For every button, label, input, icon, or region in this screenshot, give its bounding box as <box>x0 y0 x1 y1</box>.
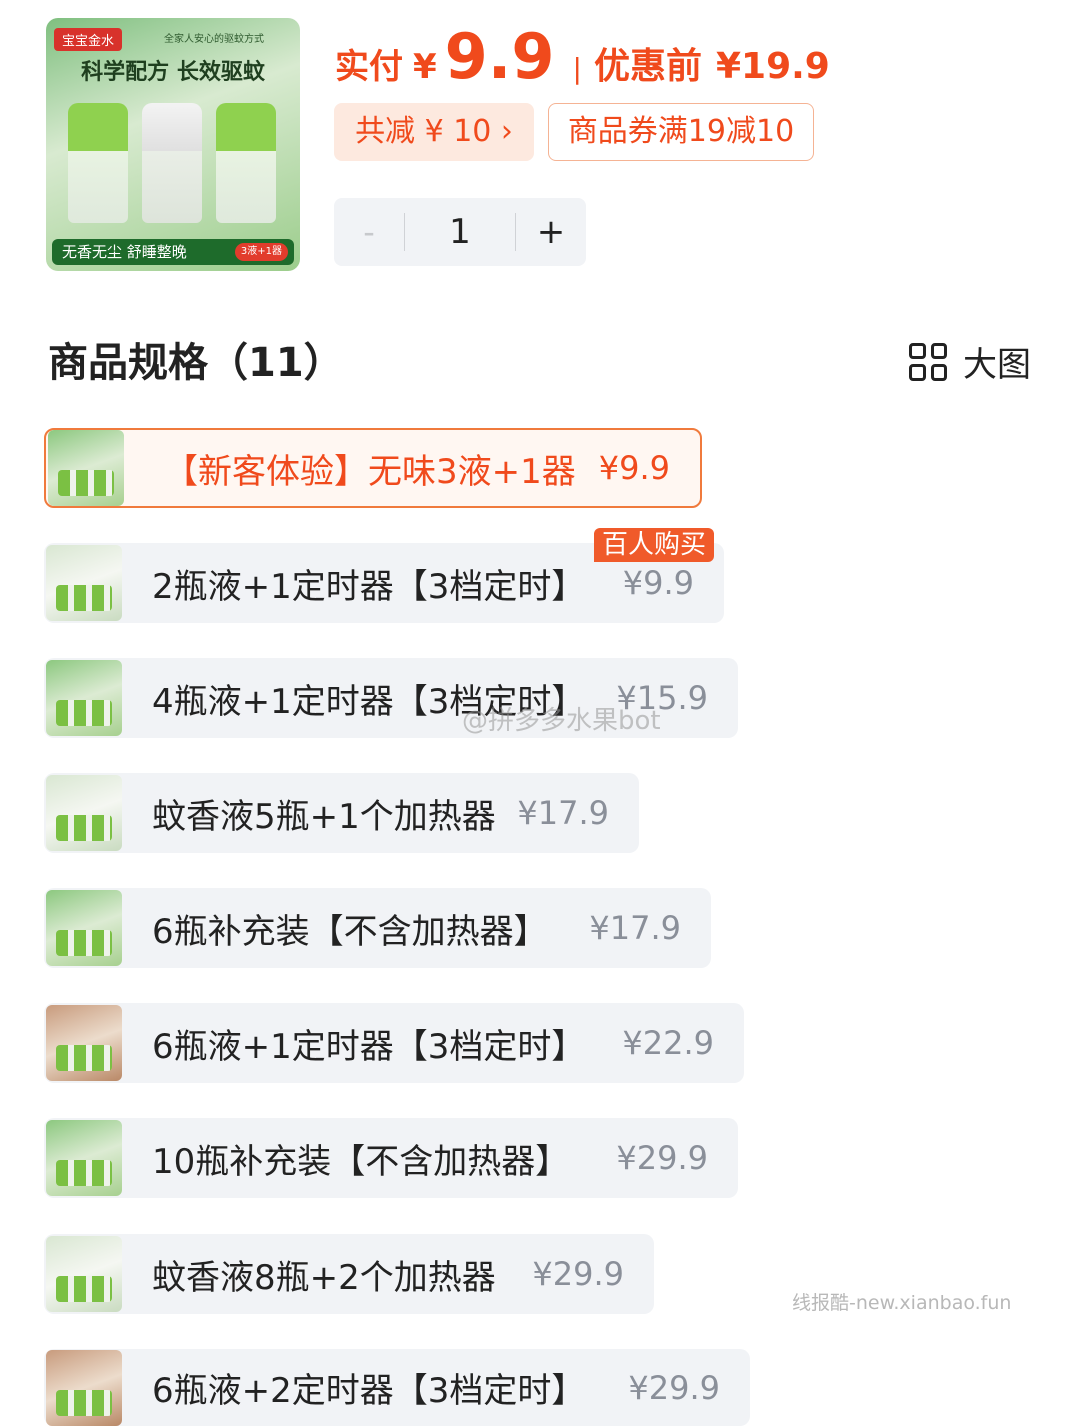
popular-badge: 百人购买 <box>594 528 715 562</box>
option-price: ¥22.9 <box>622 1024 714 1062</box>
product-footer-badge: 3液+1器 <box>234 243 288 261</box>
option-price: ¥29.9 <box>628 1368 720 1407</box>
option-thumbnail <box>46 1349 122 1426</box>
brand-label: 宝宝金水 <box>54 28 123 51</box>
option-name: 2瓶液+1定时器【3档定时】 <box>152 566 586 607</box>
option-price: ¥17.9 <box>589 909 681 947</box>
option-name: 蚊香液5瓶+1个加热器 <box>152 796 496 837</box>
option-name: 6瓶液+2定时器【3档定时】 <box>152 1371 586 1411</box>
product-footer-banner: 无香无尘 舒睡整晚 3液+1器 <box>52 239 294 265</box>
option-price: ¥9.9 <box>622 564 694 602</box>
grid-icon <box>909 342 947 381</box>
heater-image <box>142 103 202 223</box>
before-price: ¥19.9 <box>715 46 830 87</box>
option-price: ¥9.9 <box>598 449 670 487</box>
site-watermark: 线报酷-new.xianbao.fun <box>792 1292 1012 1314</box>
option-thumbnail <box>46 775 122 851</box>
price-line: 实付 ¥ 9.9 | 优惠前 ¥19.9 <box>335 20 830 93</box>
option-name: 10瓶补充装【不含加热器】 <box>152 1141 570 1182</box>
increase-button[interactable]: + <box>516 212 586 252</box>
coupon-tag: 商品券满19减10 <box>548 103 814 161</box>
bottle-image <box>216 103 276 223</box>
option-thumbnail <box>46 1120 122 1196</box>
spec-option[interactable]: 6瓶液+1定时器【3档定时】 ¥22.9 <box>44 1003 744 1083</box>
product-image[interactable]: 宝宝金水 全家人安心的驱蚊方式 科学配方 长效驱蚊 无香无尘 舒睡整晚 3液+1… <box>46 18 300 271</box>
paid-label: 实付 <box>335 47 403 87</box>
quantity-value[interactable]: 1 <box>405 212 515 252</box>
price-separator: | <box>572 52 582 85</box>
product-tagline: 全家人安心的驱蚊方式 <box>164 34 264 45</box>
specs-title: 商品规格（11） <box>48 340 344 386</box>
option-price: ¥29.9 <box>532 1255 624 1293</box>
option-thumbnail <box>46 545 122 621</box>
decrease-button[interactable]: - <box>334 213 404 251</box>
option-thumbnail <box>46 660 122 736</box>
spec-option[interactable]: 6瓶补充装【不含加热器】 ¥17.9 <box>44 888 711 968</box>
product-headline: 科学配方 长效驱蚊 <box>81 60 265 85</box>
option-thumbnail <box>46 1236 122 1312</box>
spec-option[interactable]: 6瓶液+2定时器【3档定时】 ¥29.9 <box>44 1349 750 1426</box>
spec-option[interactable]: 蚊香液8瓶+2个加热器 ¥29.9 <box>44 1234 654 1314</box>
total-saving-button[interactable]: 共减 ¥ 10 › <box>334 103 534 161</box>
option-thumbnail <box>48 430 124 506</box>
big-view-toggle[interactable]: 大图 <box>909 337 1031 386</box>
before-label: 优惠前 <box>593 46 702 87</box>
spec-option[interactable]: 10瓶补充装【不含加热器】 ¥29.9 <box>44 1118 738 1198</box>
option-name: 蚊香液8瓶+2个加热器 <box>152 1257 496 1298</box>
quantity-stepper: - 1 + <box>334 198 586 266</box>
big-view-label: 大图 <box>963 345 1031 385</box>
paid-currency: ¥ <box>413 47 437 87</box>
option-price: ¥29.9 <box>616 1139 708 1177</box>
bottle-image <box>68 103 128 223</box>
product-footer-text: 无香无尘 舒睡整晚 <box>62 243 187 261</box>
option-name: 6瓶液+1定时器【3档定时】 <box>152 1026 586 1067</box>
option-name: 6瓶补充装【不含加热器】 <box>152 911 548 952</box>
spec-option[interactable]: 蚊香液5瓶+1个加热器 ¥17.9 <box>44 773 639 853</box>
paid-price: 9.9 <box>444 20 555 93</box>
option-thumbnail <box>46 1005 122 1081</box>
option-name: 【新客体验】无味3液+1器 <box>164 451 576 492</box>
option-thumbnail <box>46 890 122 966</box>
weibo-watermark: @拼多多水果bot <box>462 706 661 736</box>
option-price: ¥17.9 <box>517 794 609 832</box>
spec-option[interactable]: 【新客体验】无味3液+1器 ¥9.9 <box>44 428 702 508</box>
